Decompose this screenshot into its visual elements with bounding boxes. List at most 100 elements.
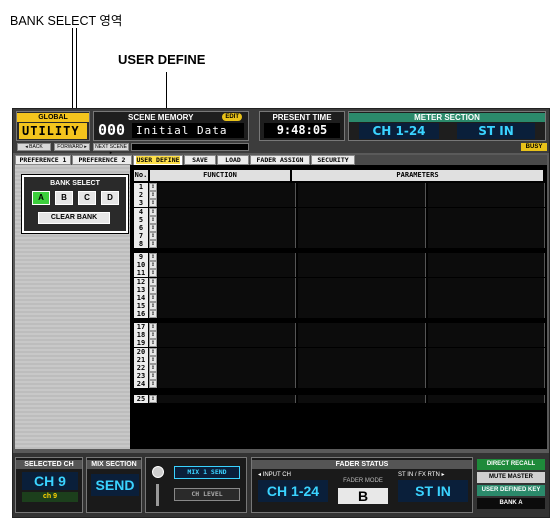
scene-memory-display[interactable]: SCENE MEMORY EDIT 000 Initial Data bbox=[93, 111, 249, 141]
parameter-cell-1[interactable] bbox=[298, 215, 426, 224]
parameter-cell-2[interactable] bbox=[428, 310, 545, 319]
mix-section-display[interactable]: MIX SECTION SEND bbox=[86, 457, 142, 513]
parameter-cell-2[interactable] bbox=[428, 323, 545, 331]
table-row[interactable]: 8 ⇕ bbox=[134, 240, 545, 249]
row-spin-icon[interactable]: ⇕ bbox=[149, 355, 157, 364]
tab-security[interactable]: SECURITY bbox=[311, 155, 355, 165]
parameter-cell-2[interactable] bbox=[428, 183, 545, 191]
table-row[interactable]: 19 ⇕ bbox=[134, 339, 545, 348]
table-row[interactable]: 17 ⇕ bbox=[134, 323, 545, 331]
table-row[interactable]: 12 ⇕ bbox=[134, 277, 545, 286]
parameter-cell-2[interactable] bbox=[428, 331, 545, 340]
row-spin-icon[interactable]: ⇕ bbox=[149, 285, 157, 294]
table-row[interactable]: 11 ⇕ bbox=[134, 269, 545, 278]
function-cell[interactable] bbox=[158, 331, 296, 340]
clear-bank-button[interactable]: CLEAR BANK bbox=[38, 212, 110, 224]
table-row[interactable]: 9 ⇕ bbox=[134, 253, 545, 261]
forward-button[interactable]: FORWARD ▸ bbox=[54, 143, 90, 151]
parameter-cell-2[interactable] bbox=[428, 191, 545, 200]
table-row[interactable]: 16 ⇕ bbox=[134, 310, 545, 319]
function-cell[interactable] bbox=[158, 395, 296, 403]
parameter-cell-1[interactable] bbox=[298, 294, 426, 302]
tab-preference-1[interactable]: PREFERENCE 1 bbox=[15, 155, 71, 165]
fader-mode-value[interactable]: B bbox=[338, 488, 388, 504]
row-spin-icon[interactable]: ⇕ bbox=[149, 310, 157, 319]
tab-load[interactable]: LOAD bbox=[217, 155, 249, 165]
parameter-cell-1[interactable] bbox=[298, 355, 426, 364]
function-cell[interactable] bbox=[158, 240, 296, 249]
parameter-cell-2[interactable] bbox=[428, 294, 545, 302]
meter-section-display[interactable]: METER SECTION CH 1-24 ST IN bbox=[348, 111, 546, 141]
parameter-cell-1[interactable] bbox=[298, 224, 426, 232]
parameter-cell-1[interactable] bbox=[298, 395, 426, 403]
row-spin-icon[interactable]: ⇕ bbox=[149, 261, 157, 270]
row-spin-icon[interactable]: ⇕ bbox=[149, 191, 157, 200]
tab-preference-2[interactable]: PREFERENCE 2 bbox=[72, 155, 132, 165]
function-cell[interactable] bbox=[158, 310, 296, 319]
selected-ch-display[interactable]: SELECTED CH CH 9 ch 9 bbox=[15, 457, 83, 513]
row-spin-icon[interactable]: ⇕ bbox=[149, 331, 157, 340]
parameter-cell-1[interactable] bbox=[298, 380, 426, 389]
tab-fader-assign[interactable]: FADER ASSIGN bbox=[250, 155, 310, 165]
parameter-cell-1[interactable] bbox=[298, 364, 426, 372]
row-spin-icon[interactable]: ⇕ bbox=[149, 183, 157, 191]
row-spin-icon[interactable]: ⇕ bbox=[149, 347, 157, 356]
parameter-cell-1[interactable] bbox=[298, 183, 426, 191]
parameter-cell-1[interactable] bbox=[298, 232, 426, 241]
parameter-cell-1[interactable] bbox=[298, 339, 426, 348]
row-spin-icon[interactable]: ⇕ bbox=[149, 294, 157, 302]
parameter-cell-2[interactable] bbox=[428, 355, 545, 364]
row-spin-icon[interactable]: ⇕ bbox=[149, 323, 157, 331]
parameter-cell-2[interactable] bbox=[428, 224, 545, 232]
table-row[interactable]: 25 ⇕ bbox=[134, 395, 545, 403]
function-cell[interactable] bbox=[158, 261, 296, 270]
bank-a-button[interactable]: A bbox=[32, 191, 50, 205]
parameter-cell-1[interactable] bbox=[298, 302, 426, 311]
table-row[interactable]: 18 ⇕ bbox=[134, 331, 545, 340]
table-row[interactable]: 15 ⇕ bbox=[134, 302, 545, 311]
function-cell[interactable] bbox=[158, 253, 296, 261]
parameter-cell-2[interactable] bbox=[428, 364, 545, 372]
mix-1-send[interactable]: MIX 1 SEND bbox=[174, 466, 240, 479]
back-button[interactable]: ◂ BACK bbox=[17, 143, 51, 151]
parameter-cell-2[interactable] bbox=[428, 302, 545, 311]
table-row[interactable]: 14 ⇕ bbox=[134, 294, 545, 302]
parameter-cell-1[interactable] bbox=[298, 372, 426, 381]
table-row[interactable]: 21 ⇕ bbox=[134, 355, 545, 364]
parameter-cell-1[interactable] bbox=[298, 285, 426, 294]
row-spin-icon[interactable]: ⇕ bbox=[149, 364, 157, 372]
table-row[interactable]: 22 ⇕ bbox=[134, 364, 545, 372]
function-cell[interactable] bbox=[158, 199, 296, 208]
st-in-value[interactable]: ST IN bbox=[398, 480, 468, 502]
ch-level[interactable]: CH LEVEL bbox=[174, 488, 240, 501]
function-cell[interactable] bbox=[158, 207, 296, 216]
tab-user-define[interactable]: USER DEFINE bbox=[133, 155, 183, 165]
row-spin-icon[interactable]: ⇕ bbox=[149, 253, 157, 261]
function-cell[interactable] bbox=[158, 364, 296, 372]
function-cell[interactable] bbox=[158, 232, 296, 241]
parameter-cell-1[interactable] bbox=[298, 277, 426, 286]
parameter-cell-1[interactable] bbox=[298, 191, 426, 200]
parameter-cell-2[interactable] bbox=[428, 199, 545, 208]
parameter-cell-1[interactable] bbox=[298, 323, 426, 331]
row-spin-icon[interactable]: ⇕ bbox=[149, 269, 157, 278]
global-function-display[interactable]: GLOBAL UTILITY bbox=[16, 111, 90, 141]
row-spin-icon[interactable]: ⇕ bbox=[149, 199, 157, 208]
table-row[interactable]: 20 ⇕ bbox=[134, 347, 545, 356]
function-cell[interactable] bbox=[158, 191, 296, 200]
function-cell[interactable] bbox=[158, 372, 296, 381]
function-cell[interactable] bbox=[158, 347, 296, 356]
function-cell[interactable] bbox=[158, 380, 296, 389]
tab-save[interactable]: SAVE bbox=[184, 155, 216, 165]
table-row[interactable]: 5 ⇕ bbox=[134, 215, 545, 224]
parameter-cell-1[interactable] bbox=[298, 240, 426, 249]
row-spin-icon[interactable]: ⇕ bbox=[149, 240, 157, 249]
row-spin-icon[interactable]: ⇕ bbox=[149, 395, 157, 403]
parameter-cell-2[interactable] bbox=[428, 207, 545, 216]
parameter-cell-2[interactable] bbox=[428, 269, 545, 278]
parameter-cell-2[interactable] bbox=[428, 395, 545, 403]
fader-status-display[interactable]: FADER STATUS ◂ INPUT CH CH 1-24 FADER MO… bbox=[251, 457, 473, 513]
mute-master-indicator[interactable]: MUTE MASTER bbox=[477, 472, 545, 483]
function-cell[interactable] bbox=[158, 183, 296, 191]
function-cell[interactable] bbox=[158, 277, 296, 286]
